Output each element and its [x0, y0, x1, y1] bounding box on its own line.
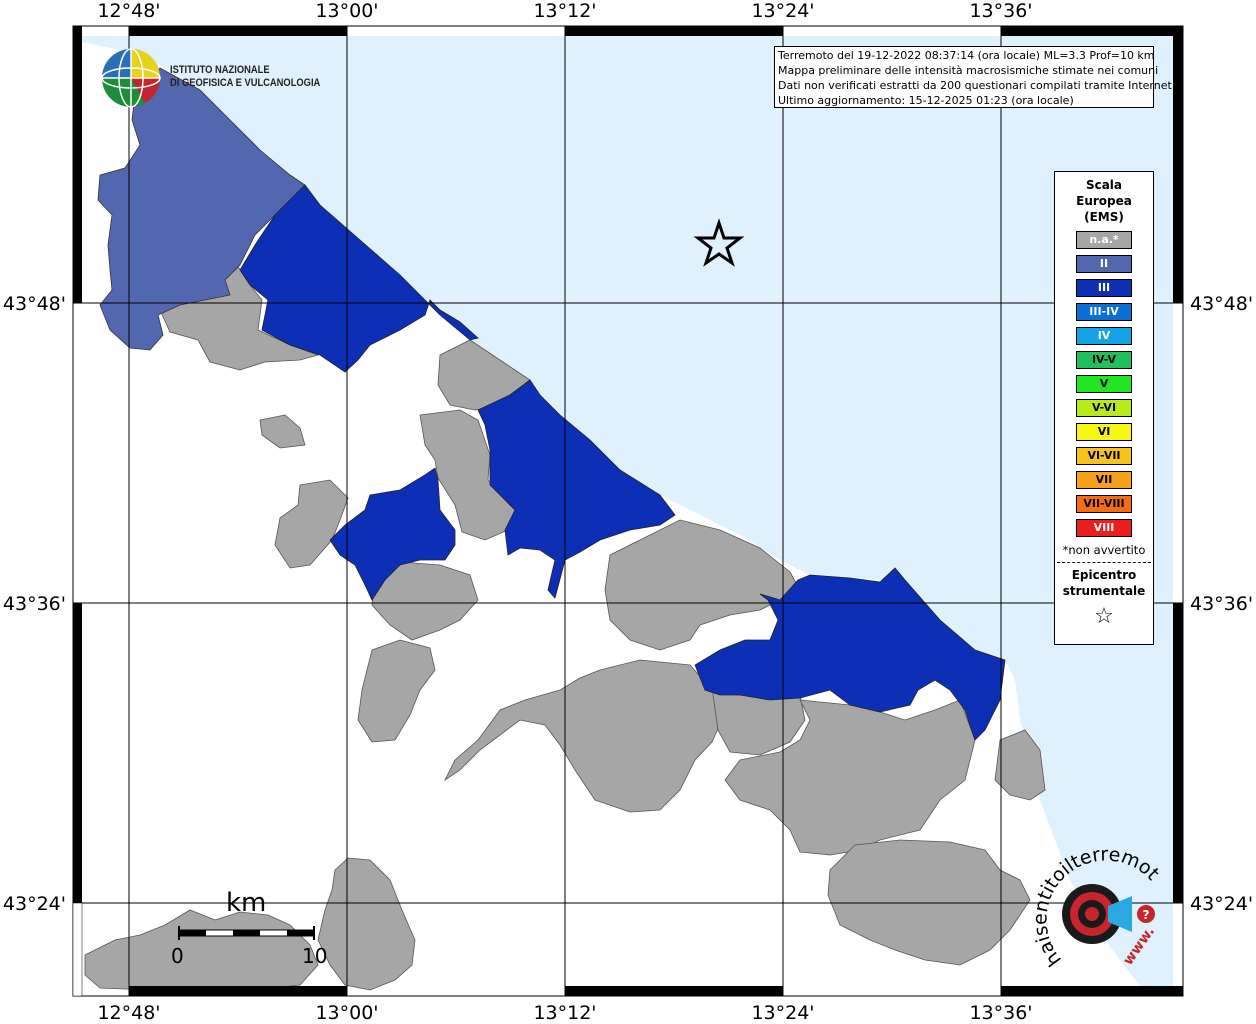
ingv-logo: ISTITUTO NAZIONALE DI GEOFISICA E VULCAN…	[100, 46, 340, 110]
lat-label: 43°36'	[3, 593, 66, 615]
legend-item: IV	[1076, 327, 1132, 345]
info-line-data-source: Dati non verificati estratti da 200 ques…	[778, 79, 1176, 92]
lon-label: 12°48'	[97, 0, 160, 22]
lon-label: 13°12'	[533, 1002, 596, 1024]
legend-epicenter-line2: strumentale	[1062, 584, 1146, 598]
legend-star-icon: ☆	[1094, 604, 1114, 629]
legend-item: VIII	[1076, 519, 1132, 537]
lon-labels-bottom: 12°48' 13°00' 13°12' 13°24' 13°36'	[97, 1002, 1032, 1024]
ingv-name-line2: DI GEOFISICA E VULCANOLOGIA	[170, 77, 321, 89]
lat-label: 43°36'	[1190, 593, 1253, 615]
ingv-logo-text: ISTITUTO NAZIONALE DI GEOFISICA E VULCAN…	[170, 64, 320, 90]
lon-label: 13°24'	[751, 0, 814, 22]
legend-item: VII	[1076, 471, 1132, 489]
legend-title: Scala Europea (EMS)	[1055, 177, 1153, 225]
earthquake-info-box: Terremoto del 19-12-2022 08:37:14 (ora l…	[774, 46, 1176, 108]
legend-title-line1: Scala	[1085, 178, 1123, 192]
legend-items: n.a.* II III III-IV IV IV-V V V-VI VI VI-VII VII VI…	[1055, 231, 1153, 537]
legend-title-line3: (EMS)	[1084, 210, 1124, 224]
legend-title-line2: Europea	[1076, 194, 1132, 208]
lon-label: 13°36'	[969, 0, 1032, 22]
lat-labels-right: 43°48' 43°36' 43°24'	[1190, 293, 1253, 915]
ingv-name-line1: ISTITUTO NAZIONALE	[170, 64, 270, 76]
legend-epicenter-line1: Epicentro	[1071, 568, 1137, 582]
lat-label: 43°24'	[3, 893, 66, 915]
scale-start: 0	[171, 944, 184, 968]
legend-note: *non avvertito	[1062, 543, 1146, 557]
legend-item: V	[1076, 375, 1132, 393]
legend-item: n.a.*	[1076, 231, 1132, 249]
legend-item: VI-VII	[1076, 447, 1132, 465]
svg-text:?: ?	[1143, 908, 1150, 922]
legend-item: V-VI	[1076, 399, 1132, 417]
lon-label: 13°36'	[969, 1002, 1032, 1024]
legend-item: IV-V	[1076, 351, 1132, 369]
lon-label: 13°00'	[315, 1002, 378, 1024]
lon-label: 12°48'	[97, 1002, 160, 1024]
ems-legend: Scala Europea (EMS) n.a.* II III III-IV IV IV…	[1054, 171, 1154, 645]
lat-label: 43°24'	[1190, 893, 1253, 915]
scale-end: 10	[302, 944, 328, 968]
lon-label: 13°24'	[751, 1002, 814, 1024]
legend-separator	[1057, 562, 1151, 563]
lon-label: 13°12'	[533, 0, 596, 22]
legend-item: VI	[1076, 423, 1132, 441]
info-line-description: Mappa preliminare delle intensità macros…	[778, 64, 1159, 77]
legend-item: VII-VIII	[1076, 495, 1132, 513]
lat-label: 43°48'	[1190, 293, 1253, 315]
info-line-update: Ultimo aggiornamento: 15-12-2025 01:23 (…	[778, 94, 1074, 107]
lon-labels-top: 12°48' 13°00' 13°12' 13°24' 13°36'	[97, 0, 1032, 22]
scale-unit: km	[226, 888, 267, 918]
info-line-event: Terremoto del 19-12-2022 08:37:14 (ora l…	[778, 49, 1155, 62]
legend-item: III-IV	[1076, 303, 1132, 321]
lat-label: 43°48'	[3, 293, 66, 315]
lat-labels-left: 43°48' 43°36' 43°24'	[3, 293, 66, 915]
legend-item: II	[1076, 255, 1132, 273]
legend-item: III	[1076, 279, 1132, 297]
legend-epicenter-label: Epicentro strumentale	[1055, 567, 1153, 599]
lon-label: 13°00'	[315, 0, 378, 22]
